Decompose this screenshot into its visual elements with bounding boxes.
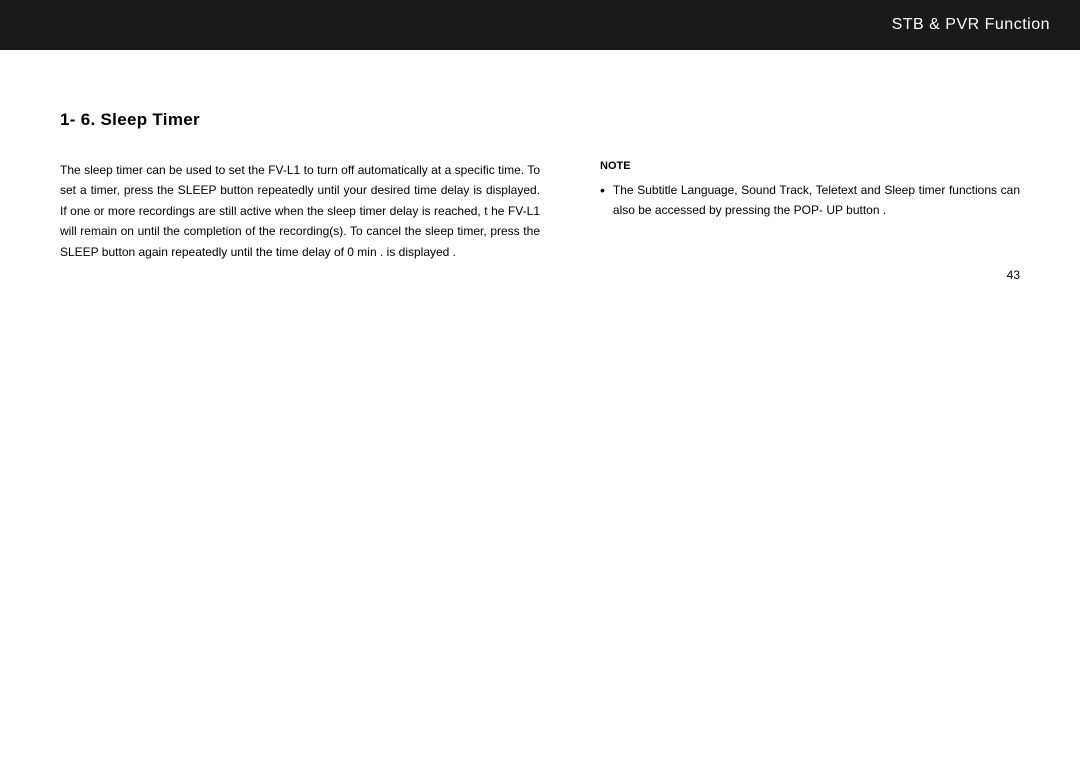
page-content: 1- 6. Sleep Timer The sleep timer can be… [0, 50, 1080, 302]
left-column: The sleep timer can be used to set the F… [60, 160, 540, 262]
note-item: • The Subtitle Language, Sound Track, Te… [600, 180, 1020, 221]
two-column-layout: The sleep timer can be used to set the F… [60, 160, 1020, 262]
note-text: The Subtitle Language, Sound Track, Tele… [613, 180, 1020, 221]
header-bar: STB & PVR Function [0, 0, 1080, 50]
section-title: 1- 6. Sleep Timer [60, 110, 1020, 130]
right-column: NOTE • The Subtitle Language, Sound Trac… [600, 160, 1020, 221]
header-title: STB & PVR Function [892, 16, 1050, 34]
left-body-text: The sleep timer can be used to set the F… [60, 160, 540, 262]
bullet-icon: • [600, 179, 605, 202]
page-number: 43 [1007, 268, 1020, 282]
note-label: NOTE [600, 160, 1020, 172]
